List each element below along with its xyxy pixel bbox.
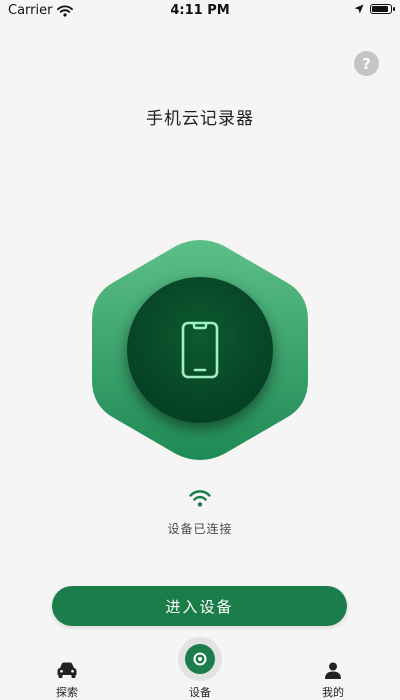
help-icon: ? — [362, 54, 371, 73]
status-bar: Carrier 4:11 PM — [0, 0, 400, 22]
battery-fill — [372, 6, 388, 12]
tab-mine-label: 我的 — [322, 686, 344, 699]
connected-device-indicator[interactable] — [127, 277, 273, 423]
enter-device-button[interactable]: 进入设备 — [52, 586, 347, 626]
wifi-connected-icon — [189, 490, 211, 507]
tab-mine[interactable]: 我的 — [288, 644, 378, 700]
battery-icon — [370, 4, 395, 14]
location-arrow-icon — [354, 4, 364, 14]
device-home-screen: Carrier 4:11 PM ? 手机云记录器 设备已连接 进入设备 探索 设… — [0, 0, 400, 700]
car-icon — [57, 662, 77, 678]
smartphone-icon — [181, 321, 219, 379]
help-button[interactable]: ? — [354, 51, 379, 76]
status-right — [354, 4, 395, 14]
device-hub-icon — [193, 652, 207, 666]
enter-device-label: 进入设备 — [165, 597, 234, 616]
tab-device-label: 设备 — [189, 686, 211, 699]
profile-icon — [325, 662, 341, 679]
tab-explore[interactable]: 探索 — [22, 644, 112, 700]
connection-status-text: 设备已连接 — [167, 522, 233, 536]
device-tab-button[interactable] — [178, 637, 222, 681]
tab-explore-label: 探索 — [56, 686, 78, 699]
page-title: 手机云记录器 — [146, 109, 254, 129]
status-time: 4:11 PM — [170, 3, 230, 18]
